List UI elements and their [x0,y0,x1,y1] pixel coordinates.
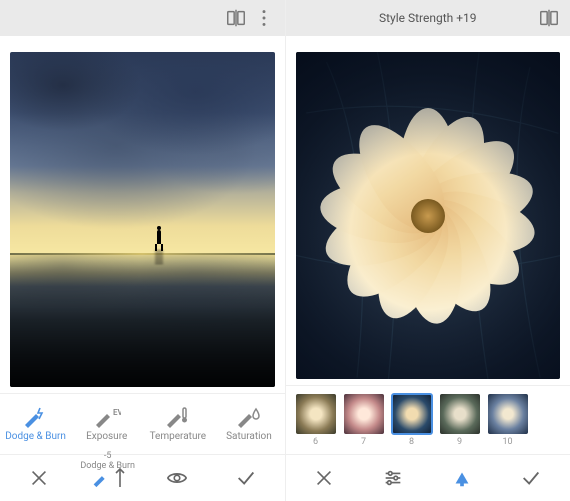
svg-text:EV: EV [113,408,121,417]
style-thumb-9[interactable]: 9 [440,394,480,447]
compare-icon[interactable] [225,7,247,29]
photo-sunset [10,52,275,387]
confirm-button[interactable] [497,467,566,489]
editor-dodge-burn: Dodge & Burn EV Exposure Temperature Sat… [0,0,286,501]
thumb-label: 8 [409,437,414,447]
cancel-button[interactable] [4,467,73,489]
more-icon[interactable] [253,7,275,29]
person-silhouette [155,226,163,248]
thumb-label: 6 [313,437,318,447]
brush-ev-icon: EV [93,406,121,428]
tool-label: Saturation [226,431,272,442]
compare-icon[interactable] [538,7,560,29]
preview-button[interactable] [142,467,211,489]
brush-tool-button[interactable]: -5 Dodge & Burn [73,467,142,489]
thumb-label: 9 [457,437,462,447]
confirm-button[interactable] [211,467,280,489]
photo-flower [296,52,561,379]
brush-value-label: -5 Dodge & Burn [80,451,135,471]
tool-dodge-burn[interactable]: Dodge & Burn [0,394,71,454]
sliders-button[interactable] [359,467,428,489]
brush-bolt-icon [22,406,50,428]
topbar-left [0,0,285,36]
tool-row: Dodge & Burn EV Exposure Temperature Sat… [0,393,285,454]
brush-temp-icon [164,406,192,428]
style-thumb-7[interactable]: 7 [344,394,384,447]
tool-saturation[interactable]: Saturation [213,394,284,454]
tool-temperature[interactable]: Temperature [142,394,213,454]
topbar-right: Style Strength +19 [286,0,570,36]
cancel-button[interactable] [290,467,359,489]
style-thumb-10[interactable]: 10 [488,394,528,447]
action-row-right [286,454,570,501]
style-button[interactable] [428,467,497,489]
topbar-title-right: Style Strength +19 [286,11,570,25]
tool-label: Temperature [150,431,207,442]
action-row-left: -5 Dodge & Burn [0,454,285,501]
tool-label: Dodge & Burn [5,431,66,442]
canvas-right[interactable] [286,36,570,385]
tool-exposure[interactable]: EV Exposure [71,394,142,454]
brush-drop-icon [235,406,263,428]
style-thumb-6[interactable]: 6 [296,394,336,447]
thumb-label: 7 [361,437,366,447]
style-thumb-8[interactable]: 8 [392,394,432,447]
tool-label: Exposure [86,431,127,442]
thumb-label: 10 [502,437,512,447]
style-strip[interactable]: 6 7 8 9 10 [286,385,570,454]
editor-style: Style Strength +19 [286,0,570,501]
canvas-left[interactable] [0,36,285,393]
